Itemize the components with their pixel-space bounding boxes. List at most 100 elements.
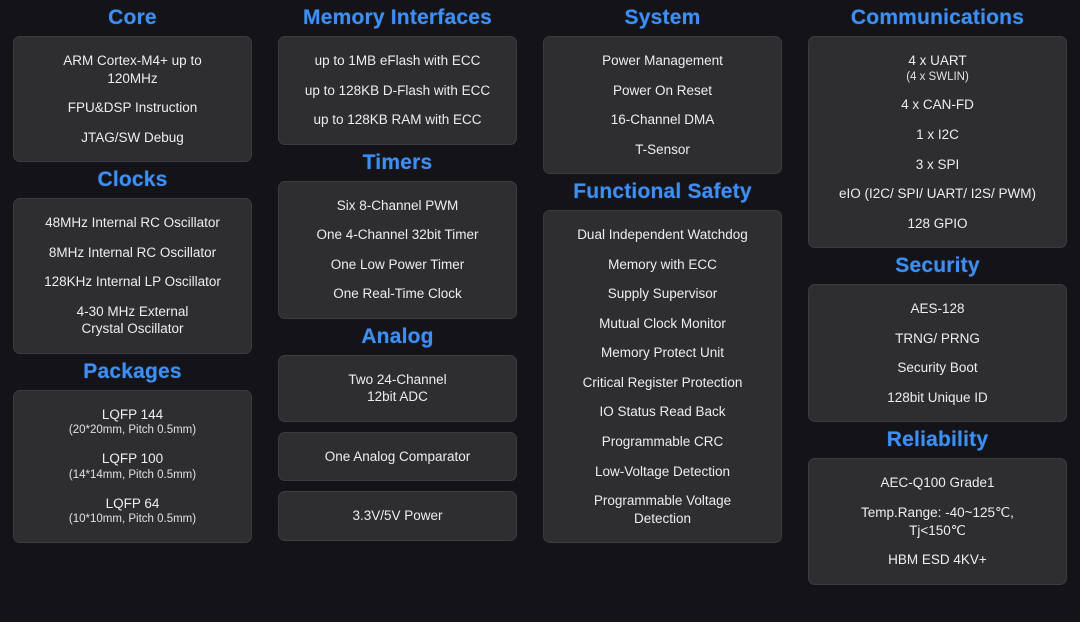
section-title-packages: Packages — [13, 354, 252, 390]
section-title-reliability: Reliability — [808, 422, 1067, 458]
feature-item-label: Security Boot — [819, 359, 1056, 377]
feature-item-label: T-Sensor — [554, 141, 771, 159]
feature-item-label: up to 128KB D-Flash with ECC — [289, 82, 506, 100]
feature-item: Power On Reset — [552, 76, 773, 106]
feature-item-label: 128KHz Internal LP Oscillator — [24, 273, 241, 291]
card-packages: LQFP 144(20*20mm, Pitch 0.5mm)LQFP 100(1… — [13, 390, 252, 543]
feature-item-detail: (4 x SWLIN) — [819, 70, 1056, 85]
feature-item: Two 24-Channel 12bit ADC — [287, 365, 508, 412]
feature-item: FPU&DSP Instruction — [22, 93, 243, 123]
feature-item-label: One Real-Time Clock — [289, 285, 506, 303]
feature-item: 1 x I2C — [817, 120, 1058, 150]
feature-item: Mutual Clock Monitor — [552, 309, 773, 339]
section-title-system: System — [543, 0, 782, 36]
feature-item: LQFP 144(20*20mm, Pitch 0.5mm) — [22, 400, 243, 444]
feature-item: Temp.Range: -40~125℃, Tj<150℃ — [817, 498, 1058, 545]
feature-item-label: Programmable CRC — [554, 433, 771, 451]
feature-item-label: 3 x SPI — [819, 156, 1056, 174]
feature-item: IO Status Read Back — [552, 397, 773, 427]
feature-item: Low-Voltage Detection — [552, 457, 773, 487]
feature-item-label: Temp.Range: -40~125℃, Tj<150℃ — [819, 504, 1056, 539]
feature-item: LQFP 100(14*14mm, Pitch 0.5mm) — [22, 444, 243, 488]
feature-item: 4-30 MHz External Crystal Oscillator — [22, 297, 243, 344]
column-1: Core ARM Cortex-M4+ up to 120MHz FPU&DSP I… — [0, 0, 265, 622]
feature-item: HBM ESD 4KV+ — [817, 545, 1058, 575]
feature-item-label: Two 24-Channel 12bit ADC — [289, 371, 506, 406]
feature-item: 48MHz Internal RC Oscillator — [22, 208, 243, 238]
feature-item: One Analog Comparator — [287, 442, 508, 472]
feature-item-label: FPU&DSP Instruction — [24, 99, 241, 117]
feature-item: up to 128KB D-Flash with ECC — [287, 76, 508, 106]
card-analog-2: One Analog Comparator — [278, 432, 517, 482]
feature-item-label: Supply Supervisor — [554, 285, 771, 303]
section-title-timers: Timers — [278, 145, 517, 181]
card-functional-safety: Dual Independent WatchdogMemory with ECC… — [543, 210, 782, 543]
feature-item: T-Sensor — [552, 135, 773, 165]
feature-item: Six 8-Channel PWM — [287, 191, 508, 221]
section-title-memory-interfaces: Memory Interfaces — [278, 0, 517, 36]
feature-item-label: Six 8-Channel PWM — [289, 197, 506, 215]
feature-item-label: HBM ESD 4KV+ — [819, 551, 1056, 569]
section-title-core: Core — [13, 0, 252, 36]
feature-item: One 4-Channel 32bit Timer — [287, 220, 508, 250]
feature-item: 128KHz Internal LP Oscillator — [22, 267, 243, 297]
feature-item: up to 128KB RAM with ECC — [287, 105, 508, 135]
card-analog-1: Two 24-Channel 12bit ADC — [278, 355, 517, 422]
feature-item: 128bit Unique ID — [817, 383, 1058, 413]
section-title-security: Security — [808, 248, 1067, 284]
feature-item-label: LQFP 100 — [24, 450, 241, 468]
feature-item-label: 1 x I2C — [819, 126, 1056, 144]
feature-item-label: Power On Reset — [554, 82, 771, 100]
section-title-functional-safety: Functional Safety — [543, 174, 782, 210]
feature-board: Core ARM Cortex-M4+ up to 120MHz FPU&DSP I… — [0, 0, 1080, 622]
feature-item: 4 x UART(4 x SWLIN) — [817, 46, 1058, 90]
card-communications: 4 x UART(4 x SWLIN) 4 x CAN-FD 1 x I2C 3 x … — [808, 36, 1067, 248]
card-clocks: 48MHz Internal RC Oscillator 8MHz Interna… — [13, 198, 252, 354]
card-system: Power ManagementPower On Reset16-Channel… — [543, 36, 782, 174]
feature-item-label: 4 x CAN-FD — [819, 96, 1056, 114]
feature-item-label: Memory Protect Unit — [554, 344, 771, 362]
feature-item-label: Mutual Clock Monitor — [554, 315, 771, 333]
feature-item: 3 x SPI — [817, 150, 1058, 180]
column-2: Memory Interfaces up to 1MB eFlash with E… — [265, 0, 530, 622]
card-security: AES-128TRNG/ PRNGSecurity Boot128bit Uni… — [808, 284, 1067, 422]
card-timers: Six 8-Channel PWM One 4-Channel 32bit Tim… — [278, 181, 517, 319]
feature-item-label: Programmable Voltage Detection — [554, 492, 771, 527]
section-title-analog: Analog — [278, 319, 517, 355]
feature-item-label: 4 x UART — [819, 52, 1056, 70]
feature-item: Security Boot — [817, 353, 1058, 383]
feature-item-label: AEC-Q100 Grade1 — [819, 474, 1056, 492]
feature-item-label: Critical Register Protection — [554, 374, 771, 392]
feature-item-label: TRNG/ PRNG — [819, 330, 1056, 348]
feature-item: One Low Power Timer — [287, 250, 508, 280]
feature-item: TRNG/ PRNG — [817, 324, 1058, 354]
feature-item: LQFP 64(10*10mm, Pitch 0.5mm) — [22, 489, 243, 533]
feature-item-label: IO Status Read Back — [554, 403, 771, 421]
feature-item-label: JTAG/SW Debug — [24, 129, 241, 147]
feature-item-label: LQFP 64 — [24, 495, 241, 513]
feature-item-label: Dual Independent Watchdog — [554, 226, 771, 244]
feature-item-label: LQFP 144 — [24, 406, 241, 424]
feature-item-detail: (10*10mm, Pitch 0.5mm) — [24, 512, 241, 527]
feature-item-label: 16-Channel DMA — [554, 111, 771, 129]
feature-item-label: 4-30 MHz External Crystal Oscillator — [24, 303, 241, 338]
feature-item-label: One Low Power Timer — [289, 256, 506, 274]
feature-item: Programmable Voltage Detection — [552, 486, 773, 533]
feature-item: ARM Cortex-M4+ up to 120MHz — [22, 46, 243, 93]
column-4: Communications 4 x UART(4 x SWLIN) 4 x CAN… — [795, 0, 1080, 622]
feature-item: Memory Protect Unit — [552, 338, 773, 368]
feature-item: Supply Supervisor — [552, 279, 773, 309]
feature-item: 128 GPIO — [817, 209, 1058, 239]
feature-item-label: One 4-Channel 32bit Timer — [289, 226, 506, 244]
feature-item: 8MHz Internal RC Oscillator — [22, 238, 243, 268]
section-title-clocks: Clocks — [13, 162, 252, 198]
feature-item: eIO (I2C/ SPI/ UART/ I2S/ PWM) — [817, 179, 1058, 209]
feature-item-label: ARM Cortex-M4+ up to 120MHz — [24, 52, 241, 87]
feature-item-label: 128 GPIO — [819, 215, 1056, 233]
feature-item: Dual Independent Watchdog — [552, 220, 773, 250]
feature-item: up to 1MB eFlash with ECC — [287, 46, 508, 76]
section-title-communications: Communications — [808, 0, 1067, 36]
feature-item: 3.3V/5V Power — [287, 501, 508, 531]
feature-item-label: eIO (I2C/ SPI/ UART/ I2S/ PWM) — [819, 185, 1056, 203]
feature-item-label: 8MHz Internal RC Oscillator — [24, 244, 241, 262]
